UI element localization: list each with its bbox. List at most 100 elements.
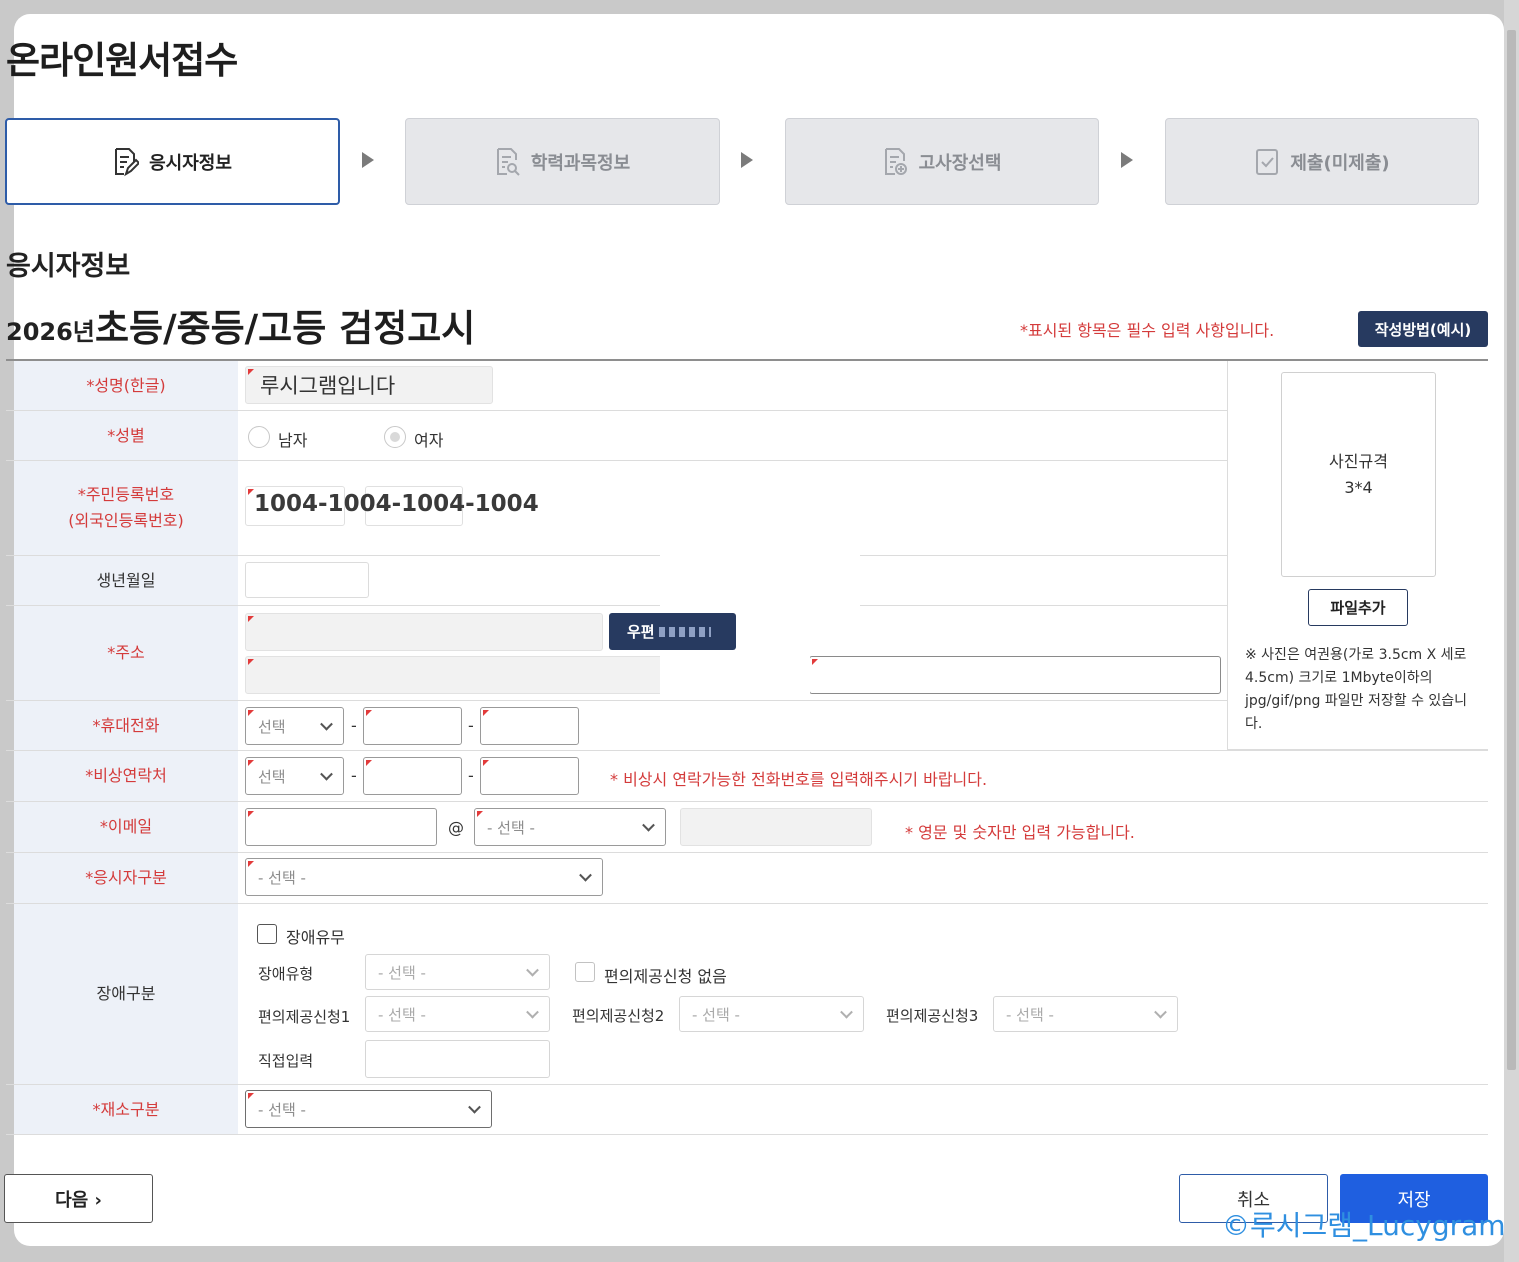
step-label: 응시자정보: [149, 152, 232, 174]
gender-female-radio[interactable]: [384, 426, 406, 448]
howto-example-button[interactable]: 작성방법(예시): [1358, 311, 1488, 347]
postcode-input[interactable]: [245, 613, 603, 651]
address-detail-input[interactable]: [809, 656, 1221, 694]
chevron-down-icon: [526, 1005, 539, 1019]
select-value: - 선택 -: [378, 963, 426, 982]
email-domain-select[interactable]: - 선택 -: [474, 808, 666, 846]
step-arrow-icon: [362, 152, 374, 168]
postcode-search-button[interactable]: 우편: [609, 613, 736, 650]
gender-male-label: 남자: [278, 431, 308, 450]
step-education-subjects[interactable]: 학력과목정보: [405, 118, 720, 205]
no-accommodation-label: 편의제공신청 없음: [604, 967, 727, 986]
name-value: 루시그램입니다: [260, 374, 396, 398]
photo-spec-line2: 3*4: [1344, 477, 1373, 497]
name-input[interactable]: 루시그램입니다: [245, 366, 493, 404]
redaction-patch: [660, 655, 810, 700]
email-note: * 영문 및 숫자만 입력 가능합니다.: [905, 823, 1135, 842]
applicant-type-label: *응시자구분: [14, 853, 238, 903]
email-domain-input[interactable]: [680, 808, 872, 846]
email-label: *이메일: [14, 802, 238, 852]
select-value: - 선택 -: [1006, 1005, 1054, 1024]
direct-input-label: 직접입력: [258, 1052, 314, 1070]
residence-label: *재소구분: [14, 1085, 238, 1134]
scrollbar-thumb[interactable]: [1507, 30, 1516, 1070]
redaction-patch: [660, 602, 860, 610]
mobile-label: *휴대전화: [14, 701, 238, 750]
section-title: 응시자정보: [6, 251, 131, 282]
chevron-down-icon: [526, 963, 539, 977]
chevron-down-icon: [320, 767, 333, 781]
gender-female-label: 여자: [414, 431, 444, 450]
add-file-button[interactable]: 파일추가: [1308, 589, 1408, 626]
emergency-last-input[interactable]: [480, 757, 579, 795]
chevron-down-icon: [1154, 1005, 1167, 1019]
disability-label: 장애구분: [14, 904, 238, 1084]
chevron-down-icon: [320, 717, 333, 731]
add-document-icon: [884, 147, 907, 175]
dash: -: [468, 766, 474, 785]
select-value: - 선택 -: [258, 1100, 306, 1119]
mobile-last-input[interactable]: [480, 707, 579, 745]
has-disability-checkbox[interactable]: [257, 924, 277, 944]
photo-spec-line1: 사진규격: [1329, 451, 1388, 471]
row-disability: 장애구분: [6, 904, 1488, 1085]
photo-section: 사진규격 3*4 파일추가 ※ 사진은 여권용(가로 3.5cm X 세로 4.…: [1227, 361, 1488, 750]
direct-input[interactable]: [365, 1040, 550, 1078]
emergency-note: * 비상시 연락가능한 전화번호를 입력해주시기 바랍니다.: [610, 770, 988, 789]
next-button[interactable]: 다음 ›: [4, 1174, 153, 1223]
page-title: 온라인원서접수: [6, 39, 238, 82]
row-residence: *재소구분: [6, 1085, 1488, 1135]
has-disability-label: 장애유무: [286, 928, 345, 947]
residence-select[interactable]: - 선택 -: [245, 1090, 492, 1128]
address-label: *주소: [14, 606, 238, 700]
step-exam-site[interactable]: 고사장선택: [785, 118, 1099, 205]
dash: -: [351, 716, 357, 735]
emergency-middle-input[interactable]: [363, 757, 462, 795]
select-value: 선택: [258, 717, 286, 736]
gender-male-radio[interactable]: [248, 426, 270, 448]
birth-input[interactable]: [245, 562, 369, 598]
applicant-type-select[interactable]: - 선택 -: [245, 858, 603, 896]
chevron-down-icon: [840, 1005, 853, 1019]
step-label: 고사장선택: [918, 152, 1002, 174]
birth-label: 생년월일: [14, 556, 238, 605]
disability-type-label: 장애유형: [258, 965, 314, 983]
email-id-input[interactable]: [245, 808, 437, 846]
exam-name: 초등/중등/고등 검정고시: [95, 307, 476, 350]
dash: -: [468, 716, 474, 735]
accommodation2-label: 편의제공신청2: [572, 1007, 665, 1025]
redaction-patch: [736, 613, 860, 653]
mobile-prefix-select[interactable]: 선택: [245, 707, 344, 745]
step-label: 학력과목정보: [530, 152, 631, 174]
emergency-prefix-select[interactable]: 선택: [245, 757, 344, 795]
chevron-down-icon: [579, 868, 592, 882]
step-arrow-icon: [741, 152, 753, 168]
redacted-text: [658, 627, 711, 637]
chevron-down-icon: [468, 1100, 481, 1114]
accommodation2-select[interactable]: - 선택 -: [679, 996, 864, 1032]
accommodation3-select[interactable]: - 선택 -: [993, 996, 1178, 1032]
emergency-label: *비상연락처: [14, 751, 238, 801]
select-value: 선택: [258, 767, 286, 786]
step-submit[interactable]: 제출(미제출): [1165, 118, 1479, 205]
exam-year: 2026년: [6, 318, 95, 346]
step-arrow-icon: [1121, 152, 1133, 168]
step-label: 제출(미제출): [1290, 152, 1390, 174]
mobile-middle-input[interactable]: [363, 707, 462, 745]
scrollbar[interactable]: [1504, 0, 1519, 1262]
no-accommodation-checkbox[interactable]: [575, 962, 595, 982]
dash: -: [351, 766, 357, 785]
row-applicant-type: *응시자구분: [6, 853, 1488, 904]
select-value: - 선택 -: [378, 1005, 426, 1024]
accommodation1-select[interactable]: - 선택 -: [365, 996, 550, 1032]
step-applicant-info[interactable]: 응시자정보: [5, 118, 340, 205]
search-document-icon: [496, 147, 520, 176]
select-value: - 선택 -: [692, 1005, 740, 1024]
email-at: @: [448, 818, 464, 837]
select-value: - 선택 -: [258, 868, 306, 887]
disability-type-select[interactable]: - 선택 -: [365, 954, 550, 990]
select-value: - 선택 -: [487, 818, 535, 837]
redaction-patch: [660, 545, 860, 603]
postcode-button-label: 우편: [627, 623, 655, 641]
edit-document-icon: [115, 147, 140, 176]
